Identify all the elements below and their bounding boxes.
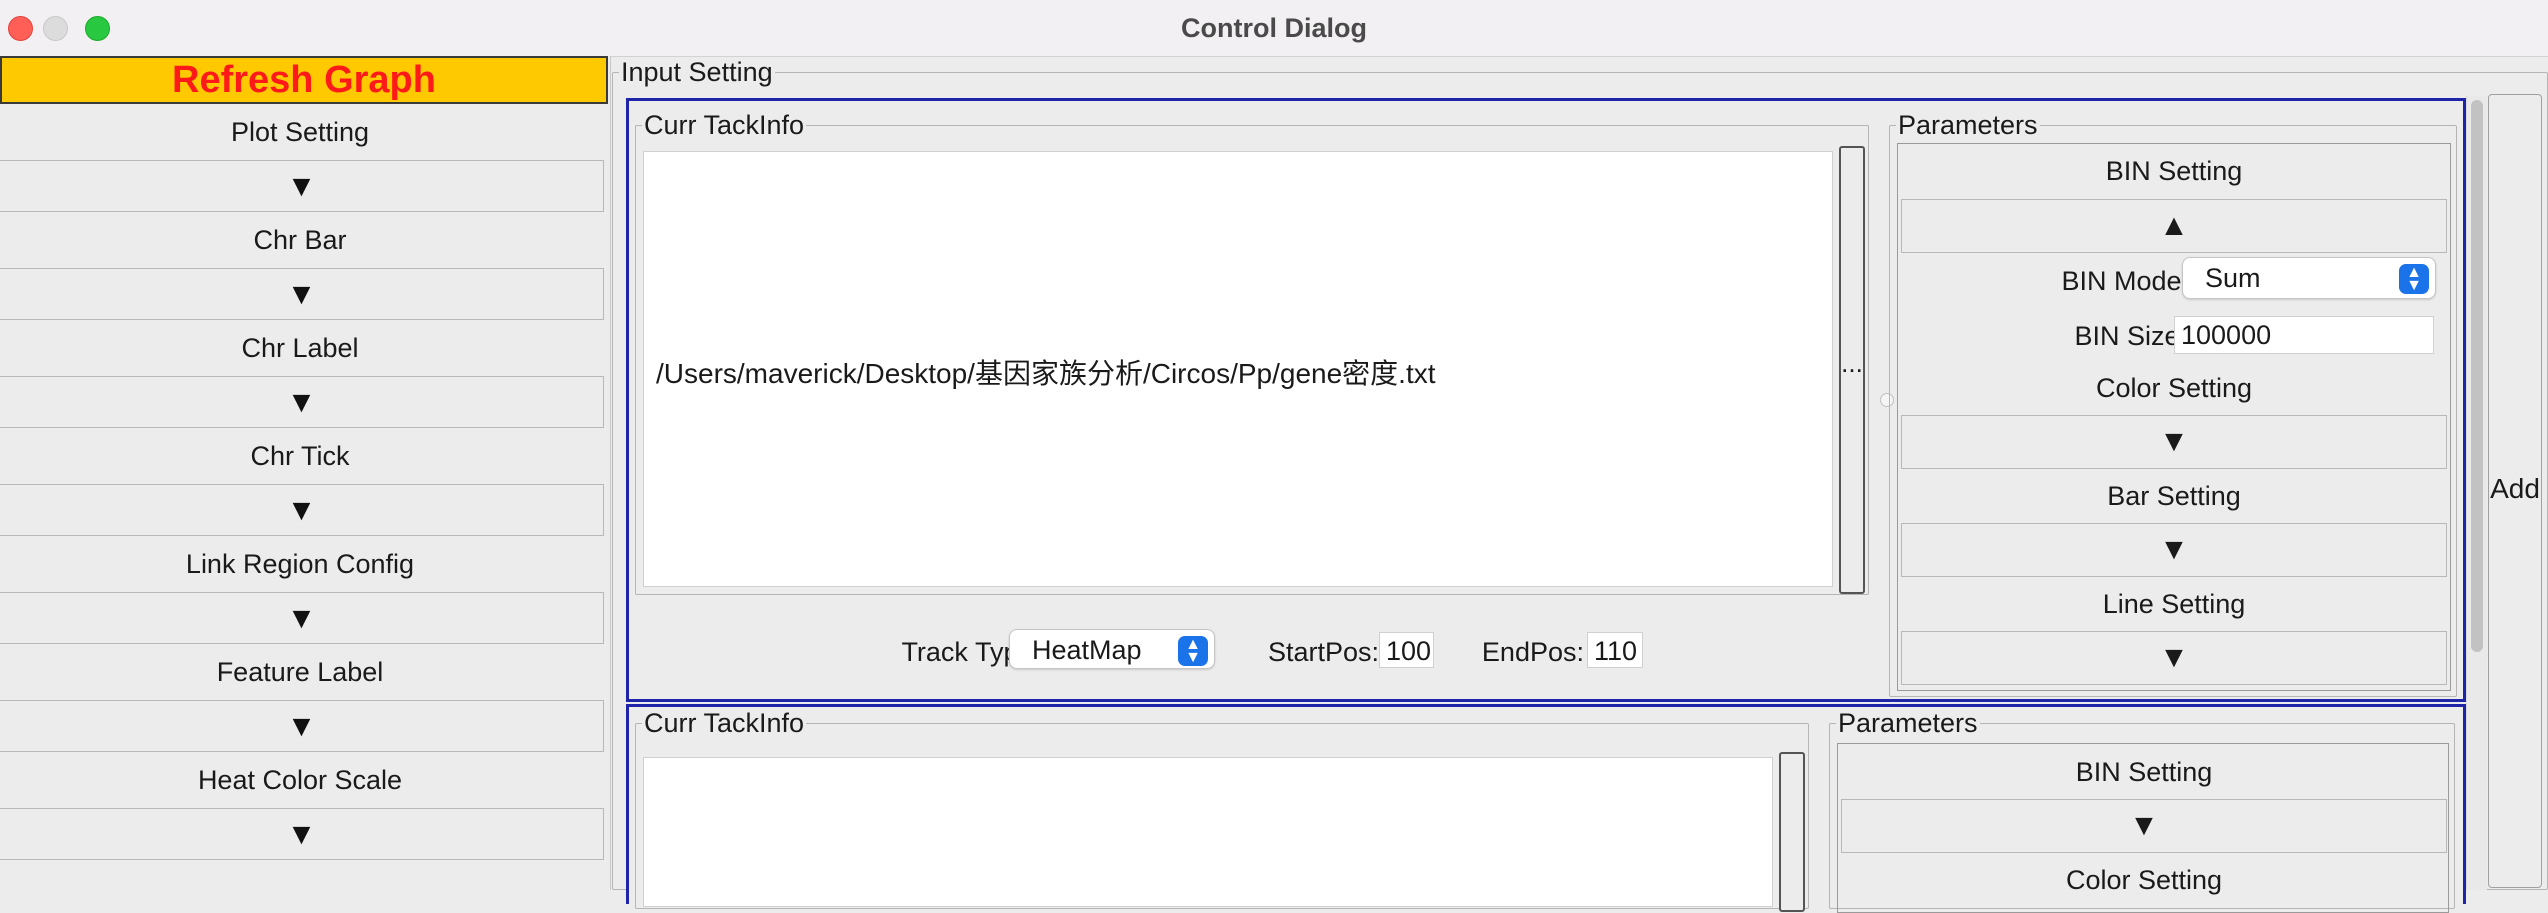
color-setting-label: Color Setting [2065,865,2223,895]
chr-label-toggle[interactable]: ▼ [0,376,604,428]
browse-file-button[interactable]: ... [1839,146,1865,594]
feature-label-toggle[interactable]: ▼ [0,700,604,752]
window-title: Control Dialog [1181,13,1367,43]
track-type-select[interactable]: HeatMap ▲ ▼ [1009,629,1215,669]
bin-mode-select[interactable]: Sum ▲ ▼ [2182,257,2436,299]
chr-tick-toggle[interactable]: ▼ [0,484,604,536]
track-panel: Curr TackInfo Parameters BIN Setting ▼ C… [626,704,2466,913]
link-region-config-toggle[interactable]: ▼ [0,592,604,644]
bar-setting-label: Bar Setting [2107,481,2241,511]
scrollbar-thumb[interactable] [2471,100,2483,652]
bin-setting-toggle[interactable]: ▲ [1901,199,2447,253]
bar-setting-toggle[interactable]: ▼ [1901,523,2447,577]
bin-size-label: BIN Size: [2074,321,2187,351]
title-bar: Control Dialog [0,0,2548,57]
vertical-scrollbar[interactable] [2466,96,2487,890]
refresh-graph-button[interactable]: Refresh Graph [0,56,608,104]
heat-color-scale-label: Heat Color Scale [197,765,403,795]
link-region-config-label: Link Region Config [185,549,415,579]
bin-mode-label: BIN Mode: [2061,266,2189,296]
chevron-updown-icon: ▲ ▼ [2399,264,2429,294]
bin-setting-toggle[interactable]: ▼ [1841,799,2447,853]
curr-trackinfo-title: Curr TackInfo [644,708,805,738]
bin-setting-label: BIN Setting [2105,156,2243,186]
add-track-button[interactable]: Add [2488,94,2542,888]
chr-tick-label: Chr Tick [250,441,350,471]
track-file-path: /Users/maverick/Desktop/基因家族分析/Circos/Pp… [656,358,1436,389]
bin-mode-value: Sum [2205,263,2261,293]
chr-label-label: Chr Label [241,333,359,363]
bin-size-input[interactable]: 100000 [2174,316,2434,354]
plot-setting-label: Plot Setting [230,117,370,147]
track-file-textarea[interactable]: /Users/maverick/Desktop/基因家族分析/Circos/Pp… [643,151,1833,587]
end-pos-label: EndPos: [1481,637,1584,667]
browse-file-button[interactable] [1779,752,1805,912]
feature-label-label: Feature Label [216,657,384,687]
input-setting-title: Input Setting [621,57,773,87]
track-file-textarea[interactable] [643,757,1773,907]
end-pos-input[interactable]: 110 [1587,632,1643,668]
start-pos-label: StartPos: [1267,637,1379,667]
color-setting-toggle[interactable]: ▼ [1901,415,2447,469]
chevron-updown-icon: ▲ ▼ [1178,636,1208,666]
heat-color-scale-toggle[interactable]: ▼ [0,808,604,860]
input-setting-panel: Input Setting Curr TackInfo /Users/maver… [612,56,2548,913]
color-setting-label: Color Setting [2095,373,2253,403]
chr-bar-toggle[interactable]: ▼ [0,268,604,320]
plot-setting-toggle[interactable]: ▼ [0,160,604,212]
line-setting-toggle[interactable]: ▼ [1901,631,2447,685]
start-pos-input[interactable]: 100 [1379,632,1434,668]
track-type-value: HeatMap [1032,635,1142,665]
line-setting-label: Line Setting [2102,589,2246,619]
curr-trackinfo-title: Curr TackInfo [644,110,805,140]
chr-bar-label: Chr Bar [253,225,347,255]
parameters-title: Parameters [1898,110,2038,140]
track-panel: Curr TackInfo /Users/maverick/Desktop/基因… [626,98,2466,702]
parameters-title: Parameters [1838,708,1978,738]
left-settings-panel: Refresh Graph Plot Setting ▼ Chr Bar ▼ C… [0,56,611,890]
bin-setting-label: BIN Setting [2075,757,2213,787]
